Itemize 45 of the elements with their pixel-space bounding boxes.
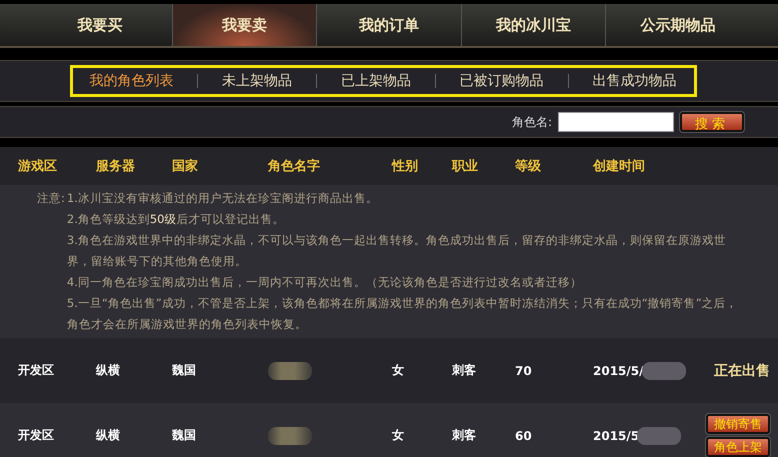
notice-text: 4.同一角色在珍宝阁成功出售后，一周内不可再次出售。（无论该角色是否进行过改名或者迁移） (66, 274, 583, 291)
notice-text: 3.角色在游戏世界中的非绑定水晶，不可以与该角色一起出售转移。角色成功出售后，留存的非绑定水晶，则保留在原游戏世界，留给账号下的其他角色使用。 (66, 232, 727, 270)
table-cell-text: 开发区 (18, 427, 55, 444)
column-header: 服务器 (96, 158, 136, 175)
table-cell-text: 纵横 (96, 427, 121, 444)
blurred-name (268, 362, 312, 380)
status-text: 正在出售 (714, 362, 770, 380)
sub-tab[interactable]: 已上架物品 (330, 72, 421, 90)
blurred-date (637, 426, 682, 444)
column-header: 国家 (172, 158, 199, 175)
sub-tab[interactable]: 出售成功物品 (582, 72, 686, 90)
column-header: 游戏区 (18, 158, 58, 175)
table-cell-text: 女 (392, 362, 405, 379)
table-cell: 2015/5/ (593, 364, 644, 378)
search-label: 角色名: (512, 114, 552, 130)
notice-text: 5.一旦“角色出售”成功，不管是否上架，该角色都将在所属游戏世界的角色列表中暂时冻结消失；只有在成功“撤销寄售”之后，角色才会在所属游戏世界的角色列表中恢复。 (66, 295, 738, 333)
table-cell-text: 纵横 (96, 362, 121, 379)
table-cell-text: 开发区 (18, 362, 55, 379)
blurred-date (642, 362, 686, 380)
table-cell-text: 女 (392, 427, 405, 444)
table-cell-text: 刺客 (452, 427, 477, 444)
table-cell-text: 60 (515, 428, 533, 442)
column-header: 性别 (392, 158, 419, 175)
column-header: 创建时间 (593, 158, 646, 175)
column-header: 角色名字 (268, 158, 321, 175)
sub-tab[interactable]: 已被订购物品 (450, 72, 554, 90)
nav-tab[interactable]: 公示期物品 (606, 4, 750, 46)
sub-tab[interactable]: 未上架物品 (212, 72, 302, 90)
table-cell-text: 魏国 (172, 362, 197, 379)
notice-text: 2.角色等级达到50级后才可以登记出售。 (66, 211, 286, 228)
sub-tab[interactable]: 我的角色列表 (79, 72, 184, 90)
nav-tab[interactable]: 我要卖 (172, 4, 318, 46)
table-cell-text: 魏国 (172, 427, 197, 444)
column-header: 职业 (452, 158, 479, 175)
table-cell-text: 70 (515, 364, 533, 378)
nav-tab[interactable]: 我的订单 (317, 4, 462, 46)
notice-label: 注意: (37, 190, 66, 207)
table-cell: 2015/5 (593, 428, 640, 442)
table-cell-text: 刺客 (452, 362, 477, 379)
search-button[interactable]: 搜索 (680, 112, 744, 132)
nav-tab[interactable]: 我的冰川宝 (462, 4, 606, 46)
notice-text: 1.冰川宝没有审核通过的用户无法在珍宝阁进行商品出售。 (66, 190, 379, 207)
column-header: 等级 (515, 158, 542, 175)
search-field[interactable] (558, 112, 674, 132)
blurred-name (268, 426, 312, 444)
